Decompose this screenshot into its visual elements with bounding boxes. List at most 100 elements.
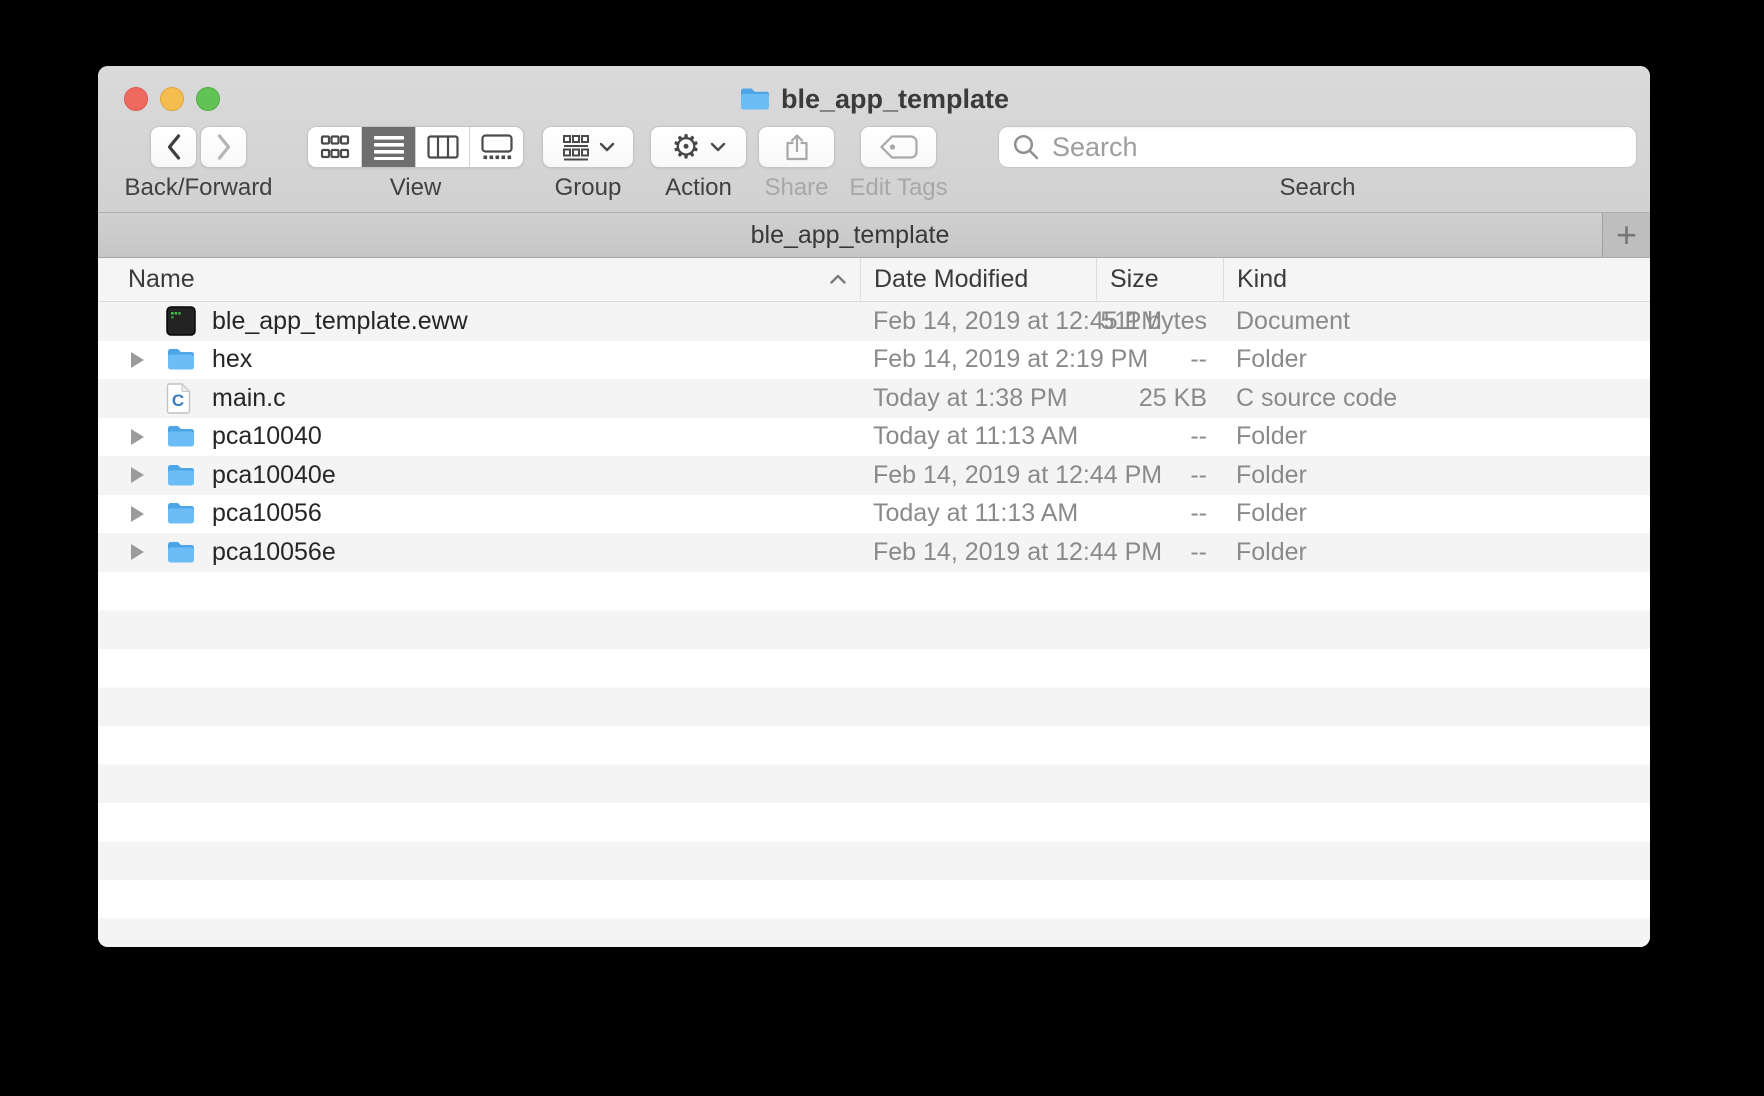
file-kind: Folder — [1223, 422, 1650, 451]
action-button[interactable]: ⚙ — [650, 126, 747, 168]
view-group: View — [307, 126, 524, 200]
edit-tags-button[interactable] — [860, 126, 937, 168]
gallery-view-icon — [481, 134, 513, 160]
forward-button[interactable] — [200, 126, 247, 168]
share-button[interactable] — [758, 126, 835, 168]
file-size: -- — [1096, 422, 1223, 451]
file-date-modified: Today at 11:13 AM — [860, 499, 1096, 528]
tab-ble-app-template[interactable]: ble_app_template — [98, 213, 1602, 257]
file-date-modified: Feb 14, 2019 at 12:45 PM — [860, 307, 1096, 336]
file-kind: Folder — [1223, 499, 1650, 528]
chevron-down-icon — [710, 142, 726, 152]
search-field[interactable] — [998, 126, 1637, 168]
window-title: ble_app_template — [781, 84, 1009, 115]
file-size: -- — [1096, 538, 1223, 567]
table-row[interactable]: C pca10040e Feb 14, 2019 at 12:44 PM -- … — [98, 456, 1650, 495]
file-kind: Folder — [1223, 461, 1650, 490]
folder-icon — [166, 424, 196, 449]
file-date-modified: Today at 1:38 PM — [860, 384, 1096, 413]
gear-icon: ⚙ — [671, 130, 701, 163]
action-label: Action — [665, 176, 732, 200]
file-name: pca10056e — [204, 538, 860, 567]
tag-icon — [878, 134, 920, 160]
search-input[interactable] — [1050, 131, 1623, 164]
window-titlebar: ble_app_template — [98, 83, 1650, 115]
table-row[interactable]: C main.c Today at 1:38 PM 25 KB C source… — [98, 379, 1650, 418]
file-size: -- — [1096, 499, 1223, 528]
disclosure-triangle-icon[interactable] — [131, 467, 144, 483]
back-button[interactable] — [150, 126, 197, 168]
table-row[interactable]: C pca10056 Today at 11:13 AM -- Folder — [98, 495, 1650, 534]
group-label: Group — [555, 176, 622, 200]
column-view-button[interactable] — [415, 127, 469, 167]
c-file-icon: C — [166, 383, 191, 414]
search-label: Search — [1279, 176, 1355, 200]
file-kind: Folder — [1223, 345, 1650, 374]
share-label: Share — [764, 176, 828, 200]
file-size: -- — [1096, 461, 1223, 490]
search-icon — [1012, 133, 1040, 161]
file-date-modified: Feb 14, 2019 at 12:44 PM — [860, 538, 1096, 567]
file-name: pca10040e — [204, 461, 860, 490]
file-name: pca10056 — [204, 499, 860, 528]
file-kind: Folder — [1223, 538, 1650, 567]
back-forward-group: Back/Forward — [150, 126, 247, 200]
list-view-icon — [374, 134, 404, 160]
edit-tags-label: Edit Tags — [849, 176, 947, 200]
file-name: hex — [204, 345, 860, 374]
chevron-down-icon — [599, 142, 615, 152]
file-kind: Document — [1223, 307, 1650, 336]
group-by-icon — [562, 134, 590, 161]
view-segmented-control — [307, 126, 524, 168]
disclosure-triangle-icon[interactable] — [131, 544, 144, 560]
view-label: View — [390, 176, 442, 200]
disclosure-triangle-icon[interactable] — [131, 429, 144, 445]
column-header-size[interactable]: Size — [1096, 258, 1223, 301]
eww-file-icon — [166, 306, 196, 336]
list-view-button[interactable] — [361, 127, 415, 167]
gallery-view-button[interactable] — [469, 127, 523, 167]
folder-icon — [166, 501, 196, 526]
group-button[interactable] — [542, 126, 634, 168]
chevron-right-icon — [215, 133, 233, 161]
table-row[interactable]: C hex Feb 14, 2019 at 2:19 PM -- Folder — [98, 341, 1650, 380]
chevron-left-icon — [165, 133, 183, 161]
file-size: 511 bytes — [1096, 307, 1223, 336]
file-size: -- — [1096, 345, 1223, 374]
file-date-modified: Today at 11:13 AM — [860, 422, 1096, 451]
share-icon — [784, 132, 810, 162]
file-date-modified: Feb 14, 2019 at 2:19 PM — [860, 345, 1096, 374]
folder-icon — [166, 347, 196, 372]
table-row[interactable]: C pca10040 Today at 11:13 AM -- Folder — [98, 418, 1650, 457]
group-group: Group — [542, 126, 634, 200]
edit-tags-group: Edit Tags — [860, 126, 937, 200]
empty-rows-stripes — [98, 572, 1650, 948]
icon-view-button[interactable] — [308, 127, 361, 167]
share-group: Share — [758, 126, 835, 200]
table-row[interactable]: C pca10056e Feb 14, 2019 at 12:44 PM -- … — [98, 533, 1650, 572]
disclosure-triangle-icon[interactable] — [131, 352, 144, 368]
column-header-date-modified[interactable]: Date Modified — [860, 258, 1096, 301]
folder-icon — [166, 540, 196, 565]
file-list: C ble_app_template.eww Feb 14, 2019 at 1… — [98, 302, 1650, 947]
file-name: main.c — [204, 384, 860, 413]
tab-bar: ble_app_template + — [98, 212, 1650, 258]
sort-ascending-icon — [829, 273, 847, 285]
column-header-kind[interactable]: Kind — [1223, 258, 1650, 301]
file-size: 25 KB — [1096, 384, 1223, 413]
file-name: pca10040 — [204, 422, 860, 451]
file-kind: C source code — [1223, 384, 1650, 413]
list-header: Name Date Modified Size Kind — [98, 258, 1650, 302]
file-name: ble_app_template.eww — [204, 307, 860, 336]
new-tab-button[interactable]: + — [1602, 213, 1650, 257]
action-group: ⚙ Action — [650, 126, 747, 200]
column-view-icon — [427, 135, 459, 159]
disclosure-triangle-icon[interactable] — [131, 506, 144, 522]
table-row[interactable]: C ble_app_template.eww Feb 14, 2019 at 1… — [98, 302, 1650, 341]
svg-text:C: C — [172, 391, 184, 410]
column-header-name[interactable]: Name — [98, 258, 860, 301]
search-group: Search — [998, 126, 1637, 200]
back-forward-label: Back/Forward — [124, 176, 272, 200]
finder-window: ble_app_template Back/Forward — [98, 66, 1650, 947]
icon-view-icon — [320, 134, 350, 160]
